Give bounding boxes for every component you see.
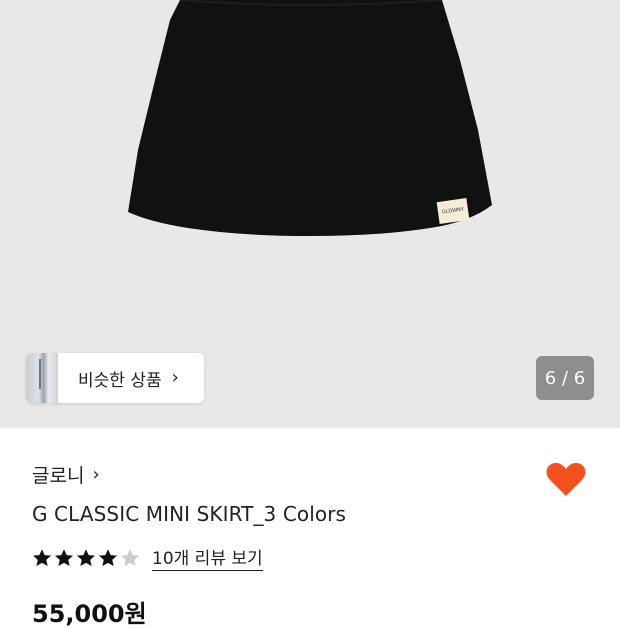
image-counter: 6 / 6 — [536, 356, 594, 400]
heart-icon[interactable] — [545, 460, 587, 498]
star-icon — [55, 548, 73, 566]
brand-link[interactable]: 글로니 › — [32, 461, 100, 488]
rating-row: 10개 리뷰 보기 — [32, 544, 263, 571]
star-rating — [32, 548, 142, 568]
star-icon — [33, 548, 51, 566]
brand-name: 글로니 — [32, 465, 85, 487]
chevron-right-icon: › — [92, 463, 100, 485]
reviews-link[interactable]: 10개 리뷰 보기 — [152, 544, 263, 571]
star-icon — [77, 548, 95, 566]
star-icon — [99, 548, 117, 566]
skirt-label-tag: GLOWNY — [436, 198, 470, 224]
product-title: G CLASSIC MINI SKIRT_3 Colors — [32, 502, 347, 526]
similar-product-thumbnail — [26, 353, 58, 403]
similar-products-button[interactable]: 비슷한 상품 › — [26, 353, 204, 403]
star-icon — [121, 548, 139, 566]
product-image-gallery[interactable]: GLOWNY 비슷한 상품 › 6 / 6 — [0, 0, 620, 428]
chevron-right-icon: › — [171, 367, 179, 388]
similar-products-label: 비슷한 상품 — [78, 370, 162, 391]
product-price: 55,000원 — [32, 600, 147, 628]
